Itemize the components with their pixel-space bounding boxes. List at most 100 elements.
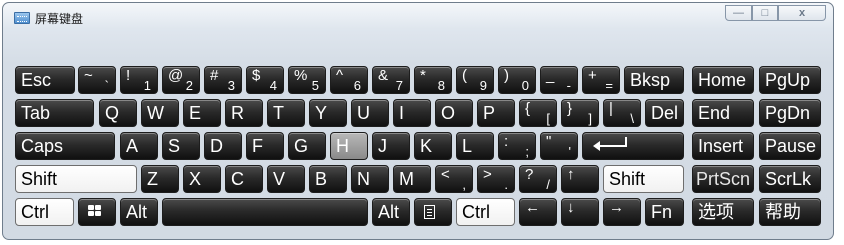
key-label: C bbox=[231, 169, 244, 189]
key-backspace[interactable]: Bksp bbox=[624, 66, 684, 94]
key-left-bracket[interactable]: {[ bbox=[519, 99, 557, 127]
key-quote[interactable]: " ' bbox=[540, 132, 578, 160]
key-left-arrow[interactable]: ← bbox=[519, 198, 557, 226]
key-label: Fn bbox=[651, 202, 673, 222]
key-pause[interactable]: Pause bbox=[759, 132, 821, 160]
key-delete[interactable]: Del bbox=[645, 99, 684, 127]
key-tilde[interactable]: ~ ` bbox=[78, 66, 116, 94]
key-caps-lock[interactable]: Caps bbox=[15, 132, 115, 160]
key-8[interactable]: * 8 bbox=[414, 66, 452, 94]
key-z[interactable]: Z bbox=[141, 165, 179, 193]
key-label: Shift bbox=[21, 169, 58, 189]
key-label: 0 bbox=[521, 78, 529, 93]
key-shift-label: ! bbox=[126, 67, 131, 84]
close-button[interactable]: x bbox=[778, 5, 826, 21]
key-7[interactable]: & 7 bbox=[372, 66, 410, 94]
key-3[interactable]: #3 bbox=[204, 66, 242, 94]
key-n[interactable]: N bbox=[351, 165, 389, 193]
key-windows[interactable] bbox=[78, 198, 116, 226]
key-label: Ctrl bbox=[21, 202, 49, 222]
key-o[interactable]: O bbox=[435, 99, 473, 127]
key-d[interactable]: D bbox=[204, 132, 242, 160]
key-w[interactable]: W bbox=[141, 99, 179, 127]
key-j[interactable]: J bbox=[372, 132, 410, 160]
key-5[interactable]: % 5 bbox=[288, 66, 326, 94]
key-right-arrow[interactable]: → bbox=[603, 198, 641, 226]
key-h[interactable]: H bbox=[330, 132, 368, 160]
help-button[interactable]: 帮助 bbox=[759, 198, 821, 226]
key-label: PrtScn bbox=[696, 169, 751, 189]
key-fn[interactable]: Fn bbox=[645, 198, 684, 226]
key-right-ctrl[interactable]: Ctrl bbox=[456, 198, 515, 226]
key-minus[interactable]: _ - bbox=[540, 66, 578, 94]
key-label: 1 bbox=[143, 78, 151, 93]
key-6[interactable]: ^ 6 bbox=[330, 66, 368, 94]
key-equal[interactable]: + = bbox=[582, 66, 620, 94]
key-left-alt[interactable]: Alt bbox=[120, 198, 158, 226]
key-shift-label: < bbox=[441, 166, 450, 183]
key-c[interactable]: C bbox=[225, 165, 263, 193]
key-right-bracket[interactable]: }] bbox=[561, 99, 599, 127]
key-right-alt[interactable]: Alt bbox=[372, 198, 410, 226]
key-a[interactable]: A bbox=[120, 132, 158, 160]
key-r[interactable]: R bbox=[225, 99, 263, 127]
key-1[interactable]: ! 1 bbox=[120, 66, 158, 94]
key-p[interactable]: P bbox=[477, 99, 515, 127]
key-l[interactable]: L bbox=[456, 132, 494, 160]
key-end[interactable]: End bbox=[692, 99, 754, 127]
key-period[interactable]: >. bbox=[477, 165, 515, 193]
key-k[interactable]: K bbox=[414, 132, 452, 160]
up-arrow-icon: ↑ bbox=[567, 166, 575, 183]
key-comma[interactable]: <, bbox=[435, 165, 473, 193]
key-left-ctrl[interactable]: Ctrl bbox=[15, 198, 74, 226]
key-label: O bbox=[441, 103, 456, 123]
key-t[interactable]: T bbox=[267, 99, 305, 127]
key-home[interactable]: Home bbox=[692, 66, 754, 94]
key-tab[interactable]: Tab bbox=[15, 99, 94, 127]
key-label: L bbox=[462, 136, 473, 156]
key-label: ` bbox=[104, 78, 109, 93]
key-pgup[interactable]: PgUp bbox=[759, 66, 821, 94]
key-e[interactable]: E bbox=[183, 99, 221, 127]
key-2[interactable]: @2 bbox=[162, 66, 200, 94]
key-shift-label: ( bbox=[462, 67, 467, 84]
key-down-arrow[interactable]: ↓ bbox=[561, 198, 599, 226]
key-context-menu[interactable] bbox=[414, 198, 452, 226]
key-label: 4 bbox=[269, 78, 277, 93]
maximize-button[interactable]: □ bbox=[752, 5, 778, 21]
key-left-shift[interactable]: Shift bbox=[15, 165, 137, 193]
key-insert[interactable]: Insert bbox=[692, 132, 754, 160]
key-print-screen[interactable]: PrtScn bbox=[692, 165, 754, 193]
key-right-shift[interactable]: Shift bbox=[603, 165, 684, 193]
key-space[interactable] bbox=[162, 198, 368, 226]
key-0[interactable]: ) 0 bbox=[498, 66, 536, 94]
key-shift-label: $ bbox=[252, 67, 261, 84]
key-u[interactable]: U bbox=[351, 99, 389, 127]
key-enter[interactable] bbox=[582, 132, 684, 160]
key-9[interactable]: (9 bbox=[456, 66, 494, 94]
minimize-button[interactable]: — bbox=[725, 5, 752, 21]
key-m[interactable]: M bbox=[393, 165, 431, 193]
key-shift-label: @ bbox=[168, 67, 184, 84]
key-semicolon[interactable]: :; bbox=[498, 132, 536, 160]
key-label: 选项 bbox=[698, 202, 734, 222]
key-esc[interactable]: Esc bbox=[15, 66, 75, 94]
key-s[interactable]: S bbox=[162, 132, 200, 160]
key-backslash[interactable]: | \ bbox=[603, 99, 641, 127]
key-y[interactable]: Y bbox=[309, 99, 347, 127]
key-f[interactable]: F bbox=[246, 132, 284, 160]
key-label: 7 bbox=[395, 78, 403, 93]
key-q[interactable]: Q bbox=[99, 99, 137, 127]
keyboard-icon bbox=[14, 12, 30, 24]
options-button[interactable]: 选项 bbox=[692, 198, 754, 226]
key-g[interactable]: G bbox=[288, 132, 326, 160]
key-slash[interactable]: ? / bbox=[519, 165, 557, 193]
key-pgdn[interactable]: PgDn bbox=[759, 99, 821, 127]
key-v[interactable]: V bbox=[267, 165, 305, 193]
key-4[interactable]: $4 bbox=[246, 66, 284, 94]
key-scroll-lock[interactable]: ScrLk bbox=[759, 165, 821, 193]
key-b[interactable]: B bbox=[309, 165, 347, 193]
key-up-arrow[interactable]: ↑ bbox=[561, 165, 599, 193]
key-i[interactable]: I bbox=[393, 99, 431, 127]
key-x[interactable]: X bbox=[183, 165, 221, 193]
